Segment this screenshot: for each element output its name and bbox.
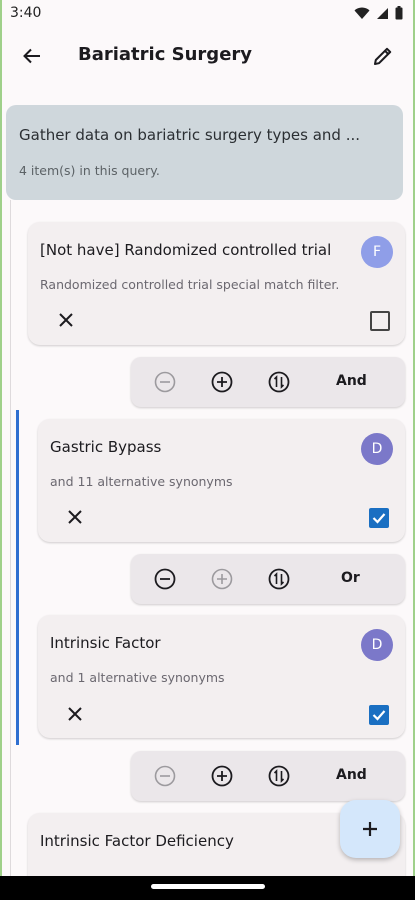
item-checkbox[interactable] [369,508,389,528]
operator-bar: Or [131,554,405,604]
circle-minus-icon [154,765,176,787]
tree-line [10,200,11,876]
query-title: Gather data on bariatric surgery types a… [19,126,361,144]
swap-button[interactable] [267,567,291,591]
remove-item-button[interactable] [63,505,87,529]
remove-item-button[interactable] [54,308,78,332]
circle-minus-icon [154,371,176,393]
item-card[interactable]: [Not have] Randomized controlled trial R… [28,222,405,345]
battery-icon [395,6,403,20]
item-card[interactable]: Intrinsic Factor and 1 alternative synon… [38,615,405,738]
minus-button[interactable] [153,567,177,591]
back-button[interactable] [16,40,48,72]
home-indicator[interactable] [151,884,265,889]
operator-label[interactable]: And [336,373,367,389]
circle-plus-icon [211,568,233,590]
circle-plus-icon [211,765,233,787]
page-title: Bariatric Surgery [78,44,253,65]
add-item-fab[interactable] [340,800,400,858]
plus-button[interactable] [210,764,234,788]
status-icons [354,6,403,20]
circle-swap-icon [268,371,290,393]
plus-button[interactable] [210,370,234,394]
item-title: Intrinsic Factor [50,634,161,652]
swap-button[interactable] [267,370,291,394]
plus-icon [363,822,377,836]
close-icon [68,510,82,524]
close-icon [68,707,82,721]
minus-button[interactable] [153,764,177,788]
circle-plus-icon [211,371,233,393]
status-bar: 3:40 [2,0,413,28]
operator-label[interactable]: Or [341,570,360,586]
avatar: F [361,236,393,268]
check-icon [372,710,386,721]
operator-bar: And [131,357,405,407]
pencil-icon [374,47,392,65]
avatar: D [361,629,393,661]
arrow-left-icon [23,48,40,64]
screen: 3:40 Bariatric Surgery Gather data on ba… [0,0,415,876]
circle-minus-icon [154,568,176,590]
circle-swap-icon [268,568,290,590]
edit-button[interactable] [367,40,399,72]
item-checkbox[interactable] [370,311,390,331]
wifi-icon [354,7,370,19]
check-icon [372,513,386,524]
item-title: Gastric Bypass [50,438,162,456]
avatar: D [361,433,393,465]
group-line [16,410,19,745]
status-time: 3:40 [10,5,42,21]
item-title: [Not have] Randomized controlled trial [40,241,332,259]
operator-label[interactable]: And [336,767,367,783]
minus-button[interactable] [153,370,177,394]
swap-button[interactable] [267,764,291,788]
signal-icon [377,7,388,19]
item-title: Intrinsic Factor Deficiency [40,832,234,850]
plus-button[interactable] [210,567,234,591]
item-card[interactable]: Gastric Bypass and 11 alternative synony… [38,419,405,542]
operator-bar: And [131,751,405,801]
query-count: 4 item(s) in this query. [19,163,160,178]
item-checkbox[interactable] [369,705,389,725]
remove-item-button[interactable] [63,702,87,726]
circle-swap-icon [268,765,290,787]
item-subtitle: and 11 alternative synonyms [50,474,233,489]
close-icon [59,313,73,327]
item-subtitle: and 1 alternative synonyms [50,670,225,685]
query-header[interactable]: Gather data on bariatric surgery types a… [6,105,403,200]
item-subtitle: Randomized controlled trial special matc… [40,277,340,292]
app-bar: Bariatric Surgery [2,28,413,84]
